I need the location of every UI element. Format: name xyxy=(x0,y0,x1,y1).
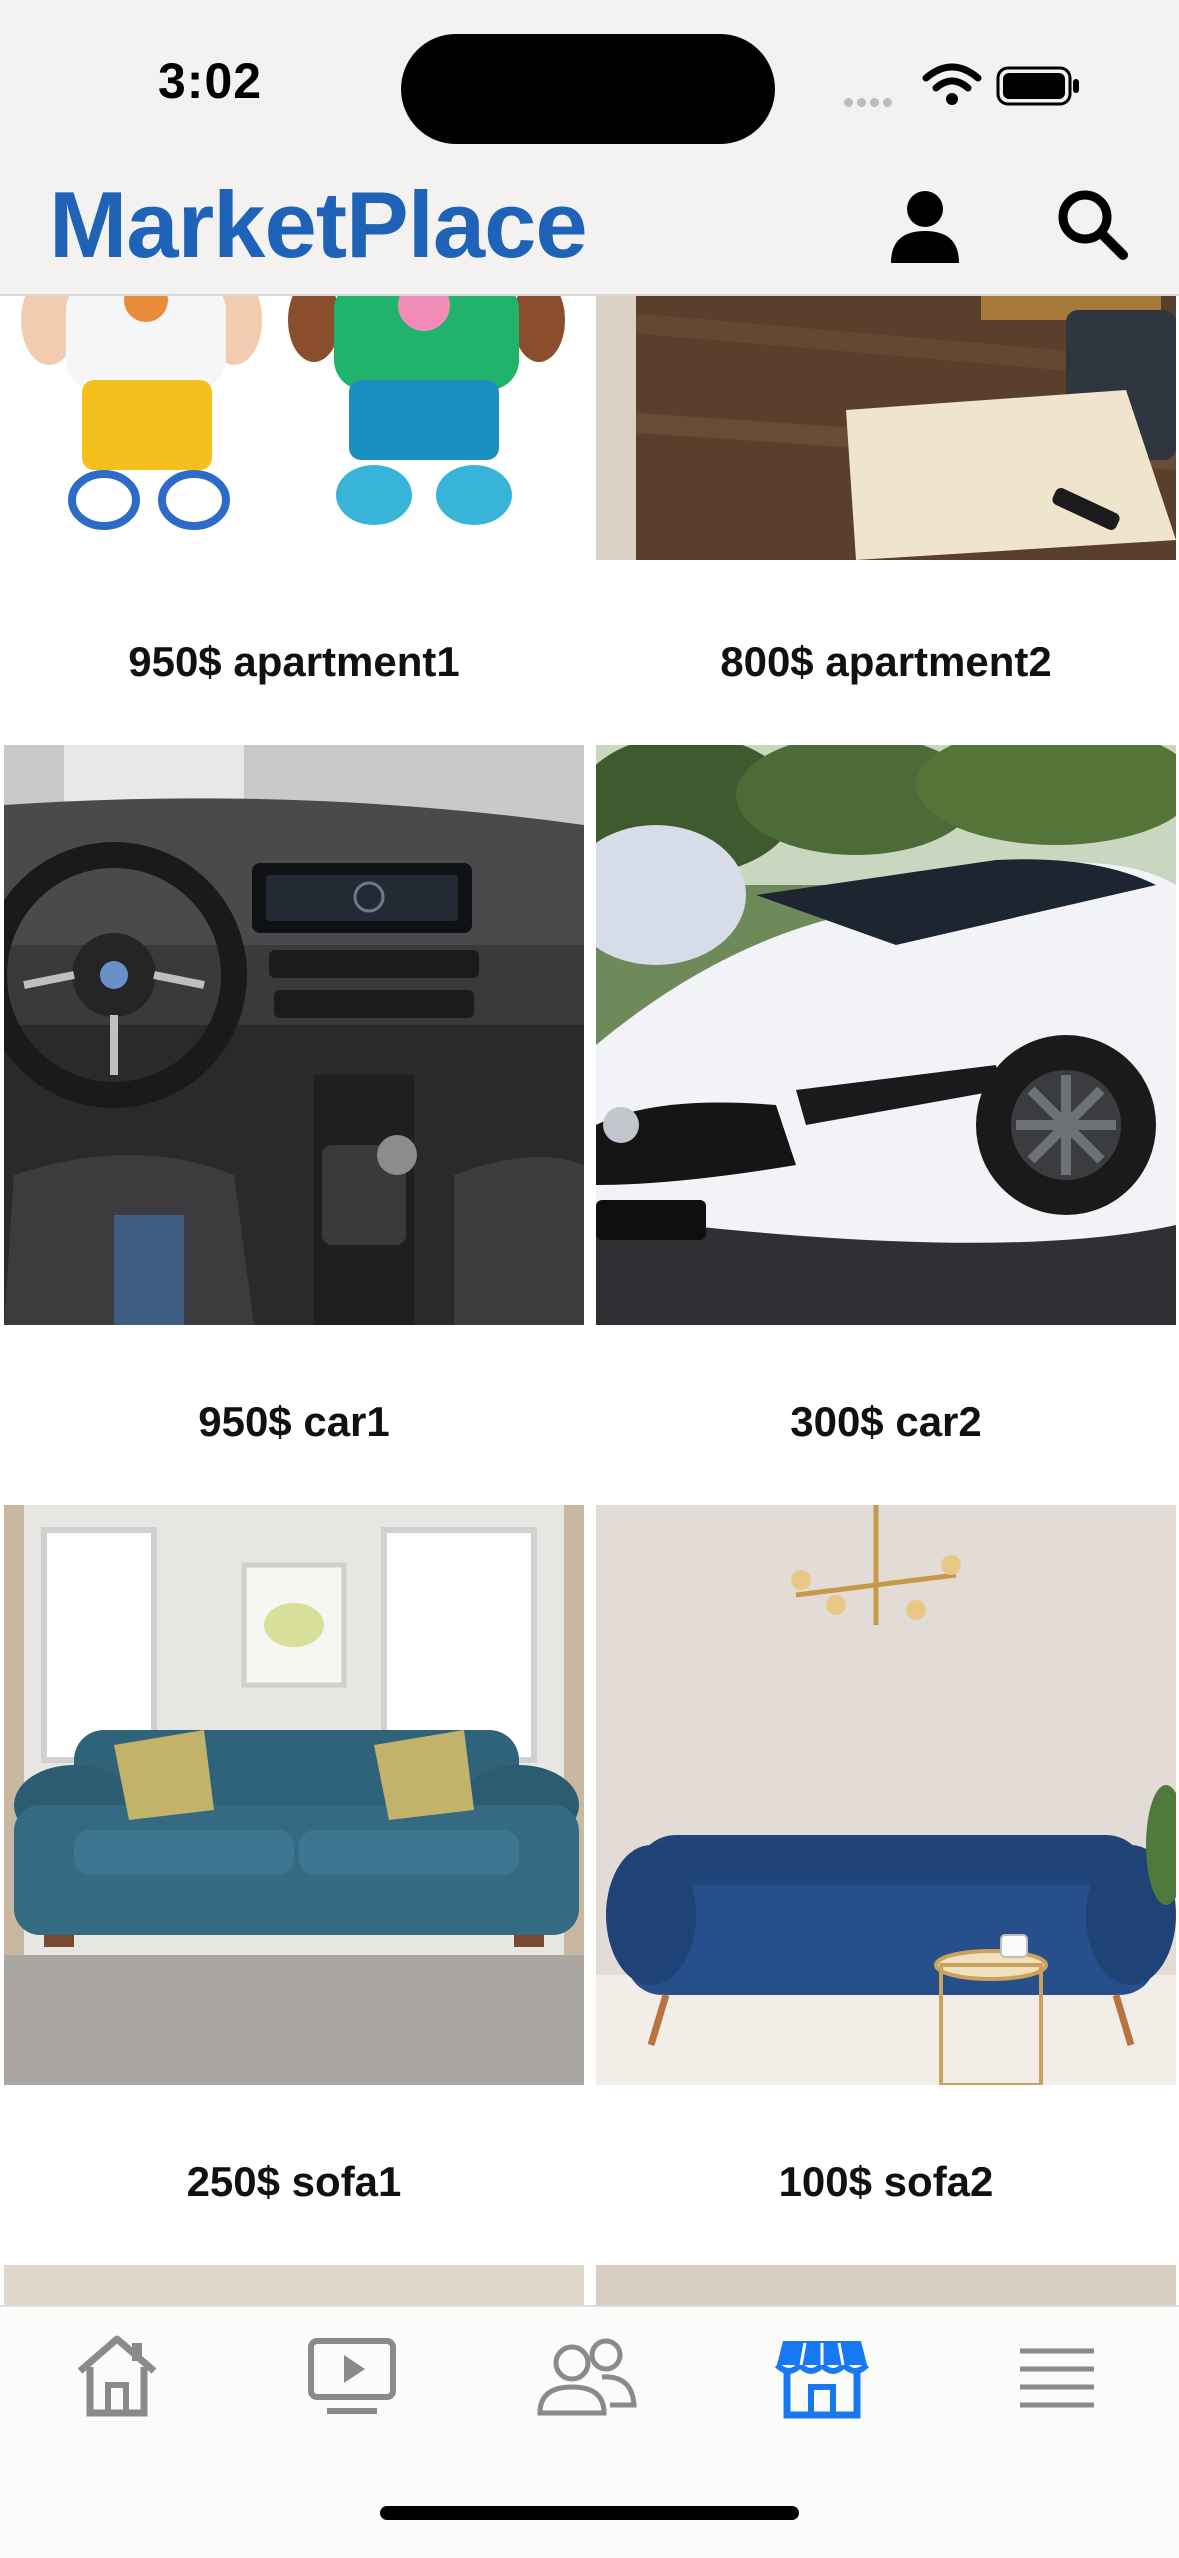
friends-icon[interactable] xyxy=(532,2331,642,2421)
listing-image-sofa2[interactable] xyxy=(596,1505,1176,2085)
listing-caption[interactable]: 950$ apartment1 xyxy=(4,638,584,686)
listing-caption[interactable]: 800$ apartment2 xyxy=(596,638,1176,686)
menu-icon[interactable] xyxy=(1002,2331,1112,2421)
search-icon[interactable] xyxy=(1053,185,1133,265)
app-title: MarketPlace xyxy=(49,172,588,277)
cellular-signal-icon xyxy=(844,94,896,112)
listing-caption[interactable]: 100$ sofa2 xyxy=(596,2158,1176,2206)
video-icon[interactable] xyxy=(297,2331,407,2421)
listing-image-car2[interactable] xyxy=(596,745,1176,1325)
dynamic-island xyxy=(401,34,775,144)
profile-icon[interactable] xyxy=(885,185,965,265)
marketplace-icon[interactable] xyxy=(767,2331,877,2421)
listing-image-sofa1[interactable] xyxy=(4,1505,584,2085)
status-time: 3:02 xyxy=(158,53,263,109)
home-icon[interactable] xyxy=(62,2331,172,2421)
battery-icon xyxy=(996,66,1079,106)
listing-caption[interactable]: 250$ sofa1 xyxy=(4,2158,584,2206)
home-indicator[interactable] xyxy=(380,2506,799,2520)
header-bar: 3:02 MarketPlace xyxy=(0,0,1179,296)
listing-caption[interactable]: 300$ car2 xyxy=(596,1398,1176,1446)
wifi-icon xyxy=(922,63,982,105)
listing-image-car1[interactable] xyxy=(4,745,584,1325)
bottom-tab-bar xyxy=(0,2305,1179,2558)
listing-grid: 950$ apartment1 800$ apartment2 950$ car… xyxy=(0,0,1179,2556)
listing-caption[interactable]: 950$ car1 xyxy=(4,1398,584,1446)
